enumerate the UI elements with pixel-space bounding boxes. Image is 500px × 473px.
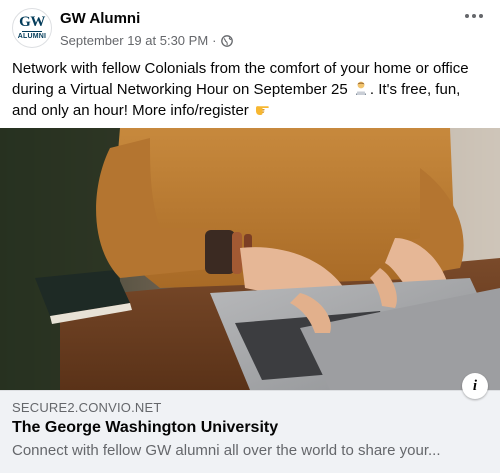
- backhand-index-pointing-right-emoji: [255, 106, 269, 116]
- info-icon[interactable]: i: [462, 373, 488, 399]
- avatar-logo-text: GW: [19, 14, 45, 30]
- page-name-link[interactable]: GW Alumni: [60, 10, 140, 27]
- post-header: GW ALUMNI GW Alumni September 19 at 5:30…: [0, 0, 500, 56]
- laptop-photo: [0, 128, 500, 390]
- globe-icon[interactable]: [220, 34, 233, 47]
- avatar-logo-subtext: ALUMNI: [17, 33, 47, 40]
- avatar-logo-divider: [22, 31, 42, 32]
- man-technologist-emoji: [355, 81, 366, 95]
- link-preview[interactable]: i SECURE2.CONVIO.NET The George Washingt…: [0, 373, 500, 473]
- avatar[interactable]: GW ALUMNI: [12, 8, 52, 48]
- facebook-post: GW ALUMNI GW Alumni September 19 at 5:30…: [0, 0, 500, 473]
- meta-separator: ·: [212, 33, 217, 48]
- post-timestamp[interactable]: September 19 at 5:30 PM: [60, 33, 208, 48]
- link-description: Connect with fellow GW alumni all over t…: [12, 442, 441, 459]
- post-image[interactable]: [0, 128, 500, 390]
- link-domain: SECURE2.CONVIO.NET: [12, 400, 162, 415]
- link-title[interactable]: The George Washington University: [12, 419, 278, 437]
- post-meta: September 19 at 5:30 PM ·: [60, 33, 233, 48]
- post-text: Network with fellow Colonials from the c…: [12, 58, 488, 121]
- more-options-icon[interactable]: [460, 6, 488, 26]
